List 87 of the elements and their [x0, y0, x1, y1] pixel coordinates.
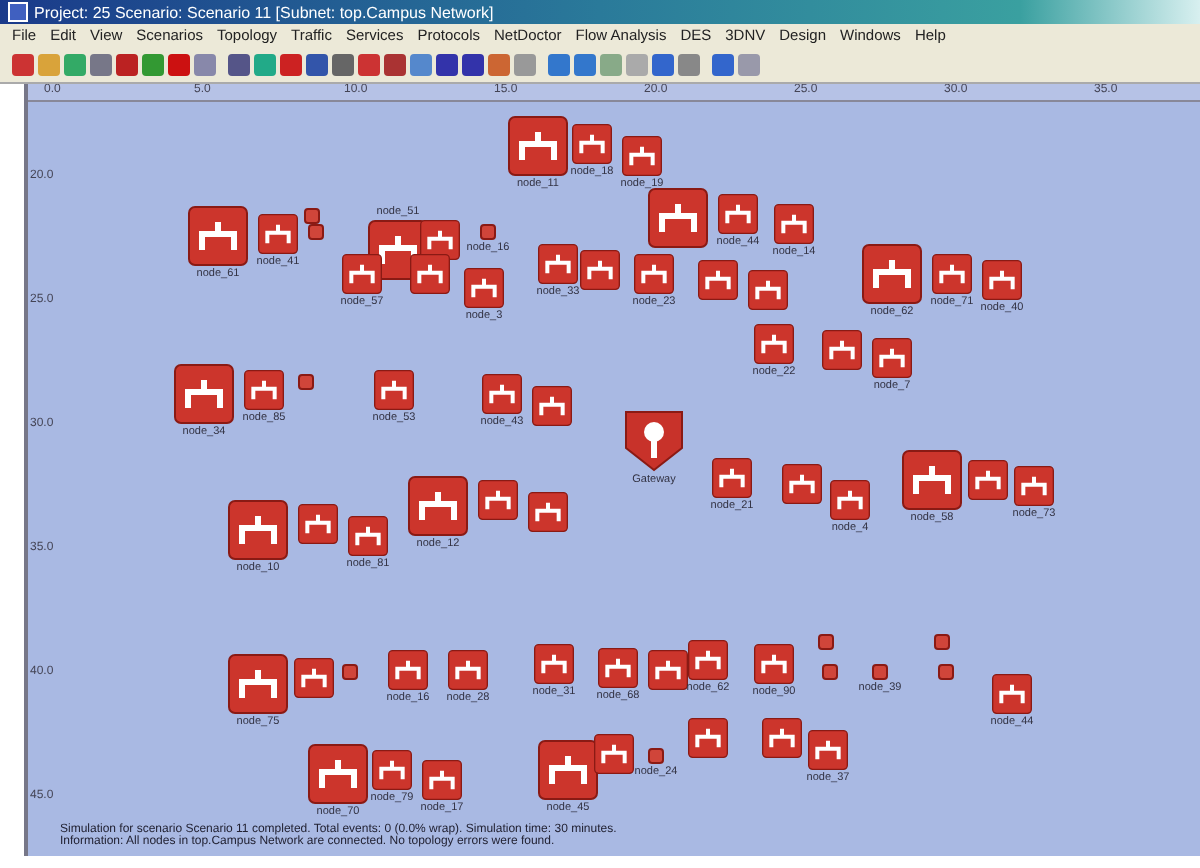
router-icon[interactable]	[388, 650, 428, 690]
router-icon[interactable]	[228, 500, 288, 560]
router-icon[interactable]	[408, 476, 468, 536]
router-icon[interactable]	[464, 268, 504, 308]
router-icon[interactable]	[862, 244, 922, 304]
router-icon[interactable]	[754, 324, 794, 364]
toolbar-icon[interactable]	[90, 53, 112, 75]
router-icon[interactable]	[648, 188, 708, 248]
node-icon[interactable]	[342, 664, 358, 680]
node-icon[interactable]	[308, 224, 324, 240]
toolbar-icon[interactable]	[280, 53, 302, 75]
toolbar-icon[interactable]	[712, 53, 734, 75]
router-icon[interactable]	[342, 254, 382, 294]
gateway-icon[interactable]	[622, 408, 686, 472]
node-icon[interactable]	[872, 664, 888, 680]
router-icon[interactable]	[244, 370, 284, 410]
router-icon[interactable]	[258, 214, 298, 254]
router-icon[interactable]	[374, 370, 414, 410]
router-icon[interactable]	[538, 740, 598, 800]
router-icon[interactable]	[748, 270, 788, 310]
router-icon[interactable]	[774, 204, 814, 244]
router-icon[interactable]	[422, 760, 462, 800]
router-icon[interactable]	[298, 504, 338, 544]
router-icon[interactable]	[228, 654, 288, 714]
node-icon[interactable]	[818, 634, 834, 650]
node-icon[interactable]	[934, 634, 950, 650]
toolbar-icon[interactable]	[384, 53, 406, 75]
router-icon[interactable]	[688, 718, 728, 758]
toolbar-icon[interactable]	[116, 53, 138, 75]
router-icon[interactable]	[348, 516, 388, 556]
router-icon[interactable]	[188, 206, 248, 266]
toolbar-icon[interactable]	[548, 53, 570, 75]
toolbar-icon[interactable]	[462, 53, 484, 75]
router-icon[interactable]	[808, 730, 848, 770]
node-icon[interactable]	[648, 748, 664, 764]
router-icon[interactable]	[830, 480, 870, 520]
router-icon[interactable]	[634, 254, 674, 294]
router-icon[interactable]	[718, 194, 758, 234]
router-icon[interactable]	[594, 734, 634, 774]
node-icon[interactable]	[938, 664, 954, 680]
node-icon[interactable]	[304, 208, 320, 224]
toolbar-icon[interactable]	[332, 53, 354, 75]
router-icon[interactable]	[528, 492, 568, 532]
router-icon[interactable]	[648, 650, 688, 690]
router-icon[interactable]	[762, 718, 802, 758]
node-icon[interactable]	[298, 374, 314, 390]
node-icon[interactable]	[822, 664, 838, 680]
router-icon[interactable]	[902, 450, 962, 510]
router-icon[interactable]	[308, 744, 368, 804]
router-icon[interactable]	[712, 458, 752, 498]
router-icon[interactable]	[572, 124, 612, 164]
toolbar-icon[interactable]	[306, 53, 328, 75]
toolbar-icon[interactable]	[358, 53, 380, 75]
node-icon[interactable]	[480, 224, 496, 240]
router-icon[interactable]	[448, 650, 488, 690]
router-icon[interactable]	[968, 460, 1008, 500]
router-icon[interactable]	[754, 644, 794, 684]
router-icon[interactable]	[294, 658, 334, 698]
router-icon[interactable]	[482, 374, 522, 414]
router-icon[interactable]	[508, 116, 568, 176]
router-icon[interactable]	[372, 750, 412, 790]
router-icon[interactable]	[688, 640, 728, 680]
router-icon[interactable]	[534, 644, 574, 684]
router-icon[interactable]	[698, 260, 738, 300]
toolbar-icon[interactable]	[574, 53, 596, 75]
router-icon[interactable]	[598, 648, 638, 688]
toolbar-icon[interactable]	[168, 53, 190, 75]
router-icon[interactable]	[872, 338, 912, 378]
router-icon[interactable]	[478, 480, 518, 520]
router-icon[interactable]	[410, 254, 450, 294]
toolbar-icon[interactable]	[436, 53, 458, 75]
router-icon[interactable]	[580, 250, 620, 290]
router-icon[interactable]	[538, 244, 578, 284]
app-icon	[8, 2, 28, 22]
router-icon[interactable]	[822, 330, 862, 370]
router-icon[interactable]	[622, 136, 662, 176]
router-icon[interactable]	[932, 254, 972, 294]
router-icon[interactable]	[1014, 466, 1054, 506]
router-icon[interactable]	[992, 674, 1032, 714]
router-icon[interactable]	[174, 364, 234, 424]
router-icon[interactable]	[532, 386, 572, 426]
toolbar-icon[interactable]	[228, 53, 250, 75]
router-icon[interactable]	[982, 260, 1022, 300]
toolbar-icon[interactable]	[12, 53, 34, 75]
toolbar-icon[interactable]	[652, 53, 674, 75]
router-icon[interactable]	[782, 464, 822, 504]
window-title: Project: 25 Scenario: Scenario 11 [Subnet: top.Campus Network]	[34, 3, 494, 21]
